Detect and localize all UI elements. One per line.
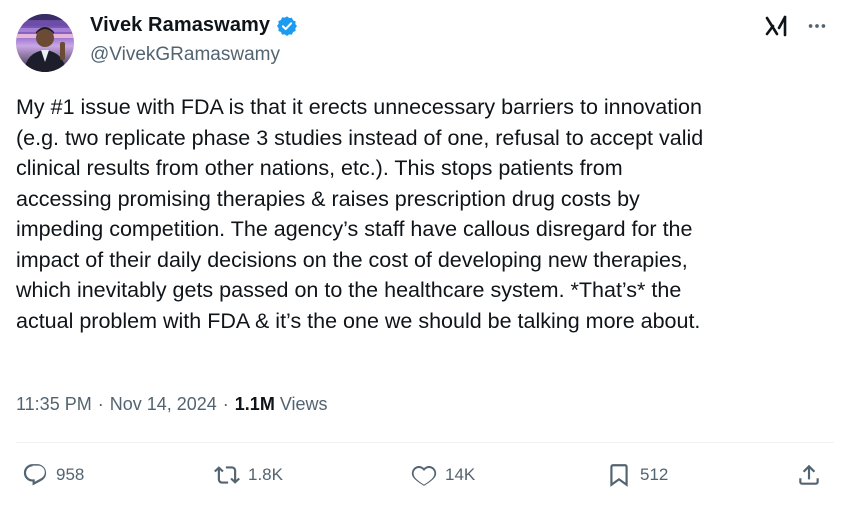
action-bar: 958 1.8K 14K 512 bbox=[16, 462, 834, 498]
grok-icon[interactable] bbox=[764, 14, 790, 42]
bookmark-count: 512 bbox=[640, 465, 669, 484]
reply-icon bbox=[23, 464, 47, 486]
meta-separator: · bbox=[97, 394, 104, 414]
repost-button[interactable]: 1.8K bbox=[214, 462, 283, 488]
tweet-card: Vivek Ramaswamy @VivekGRamaswamy My #1 i… bbox=[0, 0, 850, 509]
tweet-line: impeding competition. The agency’s staff… bbox=[16, 217, 693, 241]
tweet-line: actual problem with FDA & it’s the one w… bbox=[16, 308, 701, 333]
heart-icon bbox=[411, 466, 437, 486]
views-count: 1.1M bbox=[234, 394, 275, 414]
tweet-meta: 11:35 PM · Nov 14, 2024 · 1.1M Views bbox=[16, 394, 328, 415]
tweet-line: accessing promising therapies & raises p… bbox=[16, 186, 640, 211]
bookmark-button[interactable]: 512 bbox=[606, 462, 668, 488]
author-name-row[interactable]: Vivek Ramaswamy bbox=[90, 14, 298, 37]
views-label: Views bbox=[279, 394, 328, 414]
repost-icon bbox=[214, 466, 240, 484]
tweet-line: which inevitably gets passed on to the h… bbox=[16, 278, 682, 302]
like-count: 14K bbox=[445, 465, 476, 484]
tweet-line: clinical results from other nations, etc… bbox=[16, 156, 623, 180]
more-icon[interactable] bbox=[806, 15, 828, 41]
tweet-date[interactable]: Nov 14, 2024 bbox=[110, 394, 217, 415]
verified-badge-icon bbox=[276, 15, 298, 37]
avatar[interactable] bbox=[16, 14, 74, 72]
tweet-line: impact of their daily decisions on the c… bbox=[16, 247, 688, 272]
repost-count: 1.8K bbox=[248, 465, 283, 484]
display-name[interactable]: Vivek Ramaswamy bbox=[90, 14, 270, 37]
tweet-time[interactable]: 11:35 PM bbox=[16, 394, 92, 415]
reply-button[interactable]: 958 bbox=[22, 462, 84, 488]
bookmark-icon bbox=[610, 464, 628, 487]
header-actions bbox=[764, 14, 828, 42]
meta-separator: · bbox=[222, 394, 229, 414]
tweet-line: My #1 issue with FDA is that it erects u… bbox=[16, 95, 702, 119]
author-handle[interactable]: @VivekGRamaswamy bbox=[90, 44, 280, 66]
tweet-text: My #1 issue with FDA is that it erects u… bbox=[16, 92, 836, 336]
tweet-line: (e.g. two replicate phase 3 studies inst… bbox=[16, 125, 704, 150]
divider bbox=[16, 442, 834, 443]
share-icon bbox=[799, 464, 819, 485]
reply-count: 958 bbox=[56, 465, 85, 484]
like-button[interactable]: 14K bbox=[411, 462, 475, 488]
share-button[interactable] bbox=[796, 462, 822, 488]
